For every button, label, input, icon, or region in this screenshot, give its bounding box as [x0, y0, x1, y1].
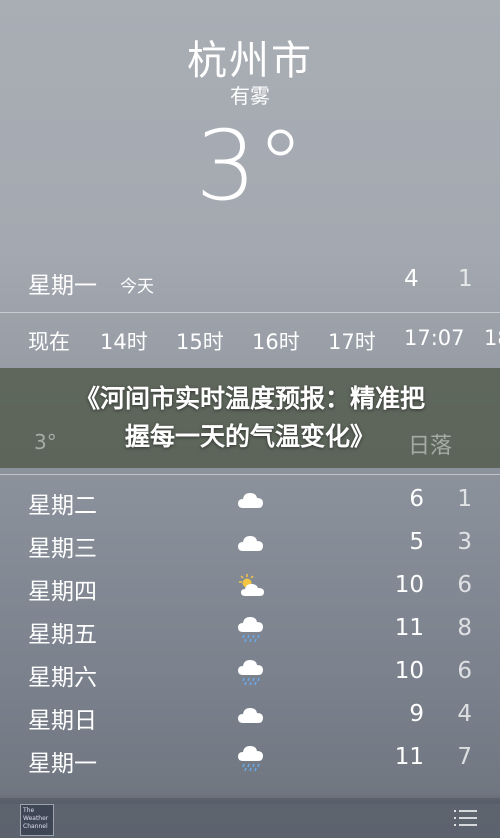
- rain-icon: [236, 744, 266, 772]
- forecast-row: 星期日 9 4: [0, 695, 500, 737]
- today-tag: 今天: [120, 277, 154, 297]
- forecast-low: 4: [457, 701, 472, 727]
- forecast-low: 1: [457, 486, 472, 512]
- logo-text: The Weather Channel: [23, 807, 49, 830]
- forecast-high: 11: [394, 615, 424, 641]
- forecast-low: 3: [457, 529, 472, 555]
- rain-icon: [236, 658, 266, 686]
- cloud-icon: [236, 701, 266, 729]
- forecast-high: 11: [394, 744, 424, 770]
- bottom-toolbar: [0, 798, 500, 838]
- city-name: 杭州市: [187, 38, 313, 84]
- weather-condition: 有雾: [230, 84, 270, 108]
- forecast-day: 星期四: [28, 579, 97, 605]
- weather-channel-logo[interactable]: The Weather Channel: [20, 804, 54, 836]
- forecast-low: 6: [457, 572, 472, 598]
- today-summary-row: 星期一 今天 4 1: [0, 262, 500, 302]
- today-day: 星期一: [28, 273, 97, 299]
- forecast-row: 星期六 10 6: [0, 652, 500, 694]
- today-high: 4: [404, 266, 419, 292]
- forecast-low: 6: [457, 658, 472, 684]
- hour-label: 17时: [328, 330, 376, 354]
- forecast-day: 星期六: [28, 665, 97, 691]
- forecast-day: 星期五: [28, 622, 97, 648]
- forecast-low: 7: [457, 744, 472, 770]
- hour-label: 现在: [28, 330, 70, 354]
- forecast-row: 星期三 5 3: [0, 523, 500, 565]
- rain-icon: [236, 615, 266, 643]
- hourly-forecast-strip[interactable]: 现在 14时 15时 16时 17时 17:07 18: [0, 322, 500, 362]
- forecast-high: 10: [394, 658, 424, 684]
- cloud-icon: [236, 486, 266, 514]
- forecast-day: 星期日: [28, 708, 97, 734]
- forecast-high: 10: [394, 572, 424, 598]
- forecast-row: 星期五 11 8: [0, 609, 500, 651]
- forecast-row: 星期二 6 1: [0, 480, 500, 522]
- hour-label: 18: [484, 326, 500, 350]
- forecast-low: 8: [457, 615, 472, 641]
- list-icon[interactable]: [452, 808, 478, 828]
- hour-label: 16时: [252, 330, 300, 354]
- partly-sunny-icon: [236, 572, 266, 600]
- forecast-day: 星期一: [28, 751, 97, 777]
- banner-title-line2: 握每一天的气温变化》: [124, 422, 375, 451]
- forecast-row: 星期四 10 6: [0, 566, 500, 608]
- forecast-high: 5: [409, 529, 424, 555]
- banner-title-line1: 《河间市实时温度预报：精准把: [74, 384, 425, 413]
- banner-title: 《河间市实时温度预报：精准把 握每一天的气温变化》: [0, 380, 500, 456]
- forecast-high: 9: [409, 701, 424, 727]
- hour-label: 15时: [176, 330, 224, 354]
- forecast-day: 星期二: [28, 493, 97, 519]
- forecast-high: 6: [409, 486, 424, 512]
- cloud-icon: [236, 529, 266, 557]
- forecast-day: 星期三: [28, 536, 97, 562]
- forecast-row: 星期一 11 7: [0, 738, 500, 780]
- divider: [0, 312, 500, 313]
- current-temperature: 3°: [195, 110, 305, 222]
- divider: [0, 474, 500, 475]
- hour-label: 17:07: [404, 326, 465, 350]
- today-low: 1: [458, 266, 473, 292]
- hour-label: 14时: [100, 330, 148, 354]
